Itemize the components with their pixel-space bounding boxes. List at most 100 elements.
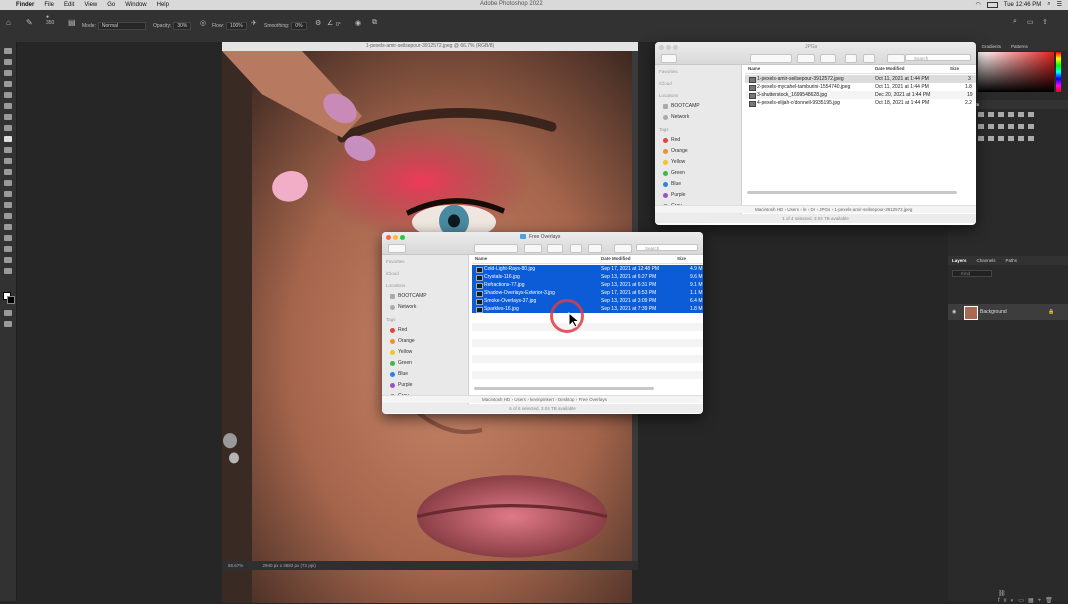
zoom-button[interactable] bbox=[673, 45, 678, 50]
path-segment[interactable]: le bbox=[803, 207, 807, 212]
back-forward-buttons[interactable] bbox=[388, 244, 406, 253]
eraser-tool-icon[interactable] bbox=[4, 169, 12, 175]
layer-action-icons[interactable]: ⛓fx◐▭▦+🗑 bbox=[998, 590, 1064, 604]
airbrush-icon[interactable]: ✈ bbox=[251, 19, 257, 27]
share-button[interactable] bbox=[570, 244, 582, 253]
path-segment[interactable]: Users bbox=[787, 207, 799, 212]
minimize-button[interactable] bbox=[666, 45, 671, 50]
sidebar-tag-orange[interactable]: Orange bbox=[663, 148, 688, 154]
sidebar-item-bootcamp[interactable]: BOOTCAMP bbox=[663, 103, 700, 109]
file-row[interactable]: 1-pexels-amir-seilsepour-3912572.jpeg Oc… bbox=[745, 75, 976, 83]
column-size[interactable]: Size bbox=[677, 256, 686, 261]
move-tool-icon[interactable] bbox=[4, 48, 12, 54]
file-row[interactable]: Shadow-Overlays-Exterior-3.jpg Sep 17, 2… bbox=[472, 289, 703, 297]
file-row[interactable]: Refractions-77.jpg Sep 13, 2021 at 6:31 … bbox=[472, 281, 703, 289]
mode-select[interactable]: Normal bbox=[97, 22, 146, 30]
group-button[interactable] bbox=[797, 54, 815, 63]
brush-tool-icon[interactable]: ✎ bbox=[26, 18, 33, 27]
quick-select-tool-icon[interactable] bbox=[4, 81, 12, 87]
flow-control[interactable]: Flow: 100% bbox=[212, 22, 247, 30]
sidebar-tag-green[interactable]: Green bbox=[390, 360, 412, 366]
lasso-tool-icon[interactable] bbox=[4, 70, 12, 76]
history-brush-tool-icon[interactable] bbox=[4, 158, 12, 164]
action-button[interactable] bbox=[547, 244, 563, 253]
blur-tool-icon[interactable] bbox=[4, 191, 12, 197]
tab-patterns[interactable]: Patterns bbox=[1011, 44, 1028, 49]
back-forward-buttons[interactable] bbox=[661, 54, 677, 63]
file-row[interactable]: 4-pexels-elijah-o'donnell-9935195.jpg Oc… bbox=[745, 99, 976, 107]
adjustment-icons-row-2[interactable] bbox=[978, 124, 1034, 129]
frame-tool-icon[interactable] bbox=[4, 103, 12, 109]
path-segment[interactable]: 1-pexels-amir-seilsepour-3912572.jpeg bbox=[834, 207, 912, 212]
document-size-info[interactable]: 2940 px x 3682 px (72 ppi) bbox=[263, 563, 316, 568]
zoom-tool-icon[interactable] bbox=[4, 268, 12, 274]
menu-view[interactable]: View bbox=[84, 2, 97, 8]
menu-file[interactable]: File bbox=[44, 2, 54, 8]
column-name[interactable]: Name bbox=[748, 66, 760, 71]
tab-layers[interactable]: Layers bbox=[952, 258, 967, 263]
sidebar-tag-orange[interactable]: Orange bbox=[390, 338, 415, 344]
path-select-tool-icon[interactable] bbox=[4, 235, 12, 241]
horizontal-scrollbar[interactable] bbox=[474, 387, 654, 390]
search-input[interactable]: Search bbox=[905, 54, 971, 61]
tab-paths[interactable]: Paths bbox=[1006, 258, 1018, 263]
finder-overlays-titlebar[interactable]: Free Overlays Search bbox=[382, 232, 703, 255]
menu-go[interactable]: Go bbox=[107, 2, 115, 8]
view-mode-buttons[interactable] bbox=[750, 54, 792, 63]
hue-slider[interactable] bbox=[1056, 52, 1061, 92]
sidebar-tag-purple[interactable]: Purple bbox=[390, 382, 412, 388]
view-mode-buttons[interactable] bbox=[474, 244, 518, 253]
layer-filter-kind[interactable]: Kind bbox=[952, 270, 992, 277]
screen-mode-icon[interactable] bbox=[4, 321, 12, 327]
menu-window[interactable]: Window bbox=[125, 2, 146, 8]
smoothing-control[interactable]: Smoothing: 0% bbox=[264, 22, 307, 30]
tag-button[interactable] bbox=[588, 244, 602, 253]
tag-button[interactable] bbox=[863, 54, 875, 63]
opacity-control[interactable]: Opacity: 30% bbox=[153, 22, 192, 30]
lock-icon[interactable]: 🔒 bbox=[1048, 309, 1054, 315]
sidebar-item-network[interactable]: Network bbox=[390, 304, 416, 310]
action-button[interactable] bbox=[820, 54, 836, 63]
search-input[interactable]: Search bbox=[636, 244, 698, 251]
sidebar-tag-red[interactable]: Red bbox=[663, 137, 680, 143]
tab-channels[interactable]: Channels bbox=[977, 258, 996, 263]
opacity-input[interactable]: 30% bbox=[173, 22, 192, 30]
adjustment-icons-row-1[interactable] bbox=[978, 112, 1034, 117]
background-color-swatch[interactable] bbox=[7, 296, 15, 304]
flow-input[interactable]: 100% bbox=[225, 22, 247, 30]
path-segment[interactable]: Macintosh HD bbox=[482, 397, 510, 402]
visibility-eye-icon[interactable]: ◉ bbox=[952, 309, 956, 315]
horizontal-scrollbar[interactable] bbox=[747, 191, 957, 194]
control-center-icon[interactable]: ☰ bbox=[1057, 1, 1062, 8]
dropbox-button[interactable] bbox=[887, 54, 905, 63]
sidebar-tag-blue[interactable]: Blue bbox=[390, 371, 408, 377]
color-field[interactable] bbox=[978, 52, 1054, 92]
search-icon[interactable]: ⌕ bbox=[1013, 18, 1017, 26]
brush-tool-icon[interactable] bbox=[4, 136, 12, 142]
file-row[interactable]: Crystals-116.jpg Sep 13, 2021 at 6:27 PM… bbox=[472, 273, 703, 281]
share-button[interactable] bbox=[845, 54, 857, 63]
close-button[interactable] bbox=[659, 45, 664, 50]
zoom-level[interactable]: 66.67% bbox=[228, 563, 243, 568]
quick-mask-icon[interactable] bbox=[4, 310, 12, 316]
path-segment[interactable]: Dr bbox=[811, 207, 816, 212]
menu-help[interactable]: Help bbox=[157, 2, 169, 8]
hand-tool-icon[interactable] bbox=[4, 257, 12, 263]
smoothing-input[interactable]: 0% bbox=[291, 22, 307, 30]
spotlight-icon[interactable]: ⌕ bbox=[1047, 1, 1050, 8]
layer-name[interactable]: Background bbox=[980, 309, 1007, 315]
pressure-size-icon[interactable]: ◉ bbox=[355, 19, 361, 27]
symmetry-icon[interactable]: ⧉ bbox=[372, 19, 377, 27]
layer-row-background[interactable]: ◉ Background 🔒 bbox=[948, 304, 1068, 320]
mode-control[interactable]: Mode: Normal bbox=[82, 22, 146, 30]
marquee-tool-icon[interactable] bbox=[4, 59, 12, 65]
group-button[interactable] bbox=[524, 244, 542, 253]
finder-jpgs-titlebar[interactable]: JPGs Search bbox=[655, 42, 976, 65]
shape-tool-icon[interactable] bbox=[4, 246, 12, 252]
pressure-opacity-icon[interactable]: ◎ bbox=[200, 19, 206, 27]
minimize-button[interactable] bbox=[393, 235, 398, 240]
file-row[interactable]: Cold-Light-Rays-80.jpg Sep 17, 2021 at 1… bbox=[472, 265, 703, 273]
brush-settings-icon[interactable]: ▤ bbox=[68, 18, 76, 27]
pen-tool-icon[interactable] bbox=[4, 213, 12, 219]
eyedropper-tool-icon[interactable] bbox=[4, 114, 12, 120]
